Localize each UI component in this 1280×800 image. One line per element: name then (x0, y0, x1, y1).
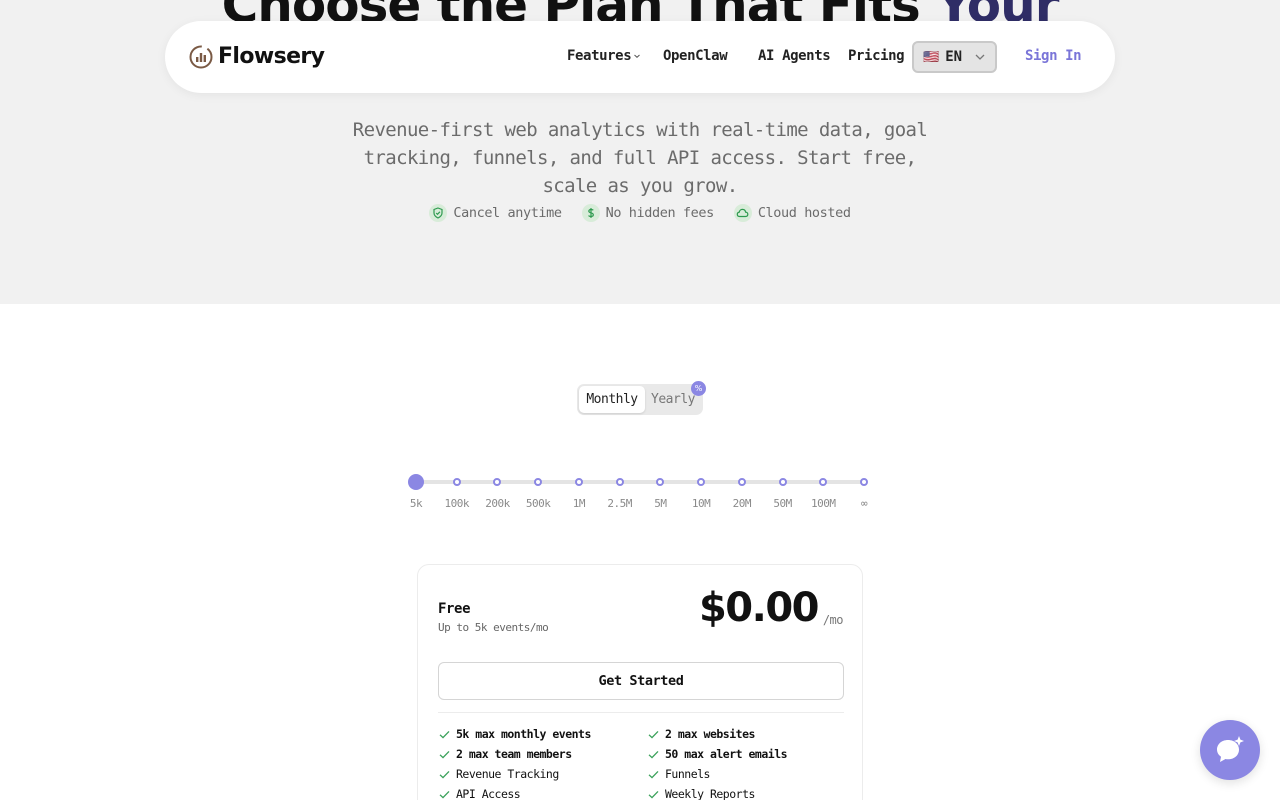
feature-item: 5k max monthly events (438, 725, 647, 743)
feature-item: Funnels (647, 765, 847, 783)
top-nav: Flowsery Features OpenClaw AI Agents Pri… (165, 21, 1115, 93)
feature-label: Funnels (665, 767, 710, 781)
get-started-button[interactable]: Get Started (438, 662, 844, 700)
hero-badges: Cancel anytime No hidden fees Cloud host… (0, 204, 1280, 222)
slider-tick-label: 500k (525, 497, 551, 510)
badge-label: No hidden fees (605, 205, 715, 221)
check-icon (439, 750, 450, 759)
cloud-icon (733, 204, 752, 222)
plan-period: /mo (822, 613, 844, 627)
language-selector[interactable]: 🇺🇸 EN (912, 41, 997, 73)
plan-card: Free Up to 5k events/mo $0.00 /mo Get St… (417, 564, 863, 800)
check-icon (439, 790, 450, 799)
slider-tick[interactable] (656, 478, 665, 486)
feature-label: 5k max monthly events (456, 727, 591, 741)
nav-pricing[interactable]: Pricing (848, 48, 905, 64)
nav-features-label: Features (567, 48, 632, 64)
nav-features[interactable]: Features (567, 48, 641, 64)
chat-sparkle-icon (1217, 736, 1244, 762)
badge-no-hidden-fees: No hidden fees (581, 204, 715, 222)
slider-tick[interactable] (574, 478, 583, 486)
badge-label: Cancel anytime (453, 205, 562, 221)
sign-in-link[interactable]: Sign In (1025, 48, 1082, 64)
check-icon (439, 730, 450, 739)
check-icon (648, 730, 659, 739)
slider-tick[interactable] (819, 478, 828, 486)
slider-tick-label: 100M (811, 497, 836, 510)
feature-item: Revenue Tracking (438, 765, 647, 783)
feature-label: 2 max team members (456, 747, 572, 761)
slider-tick-label: 20M (732, 497, 752, 510)
slider-tick-label: 10M (691, 497, 711, 510)
plan-price: $0.00 (698, 585, 820, 631)
billing-toggle: Monthly Yearly (577, 384, 703, 415)
check-icon (648, 750, 659, 759)
slider-tick[interactable] (737, 478, 746, 486)
feature-label: Weekly Reports (665, 787, 755, 800)
chevron-down-icon (975, 54, 985, 60)
slider-tick[interactable] (534, 478, 543, 486)
discount-badge-icon: % (691, 381, 706, 396)
badge-label: Cloud hosted (757, 205, 851, 221)
plan-name: Free (438, 601, 471, 617)
billing-monthly-option[interactable]: Monthly (579, 386, 645, 413)
slider-tick[interactable] (778, 478, 787, 486)
hero-subtitle: Revenue-first web analytics with real-ti… (352, 119, 928, 197)
feature-label: 2 max websites (665, 727, 755, 741)
divider (438, 712, 844, 713)
chat-widget-button[interactable] (1200, 720, 1260, 780)
slider-tick-label: ∞ (860, 497, 868, 510)
feature-item: 50 max alert emails (647, 745, 847, 763)
slider-tick[interactable] (697, 478, 706, 486)
us-flag-icon: 🇺🇸 (923, 49, 940, 65)
feature-item: API Access (438, 785, 647, 800)
slider-tick-label: 100k (444, 497, 469, 510)
feature-item: 2 max team members (438, 745, 647, 763)
feature-item: 2 max websites (647, 725, 847, 743)
slider-tick[interactable] (615, 478, 624, 486)
dollar-icon (581, 204, 600, 222)
brand-name: Flowsery (218, 44, 325, 69)
check-icon (648, 770, 659, 779)
slider-tick-label: 50M (773, 497, 792, 510)
feature-list: 5k max monthly events 2 max websites 2 max… (438, 725, 858, 800)
brand-logo[interactable]: Flowsery (189, 44, 325, 69)
flowsery-logo-icon (189, 45, 213, 68)
slider-tick-label: 5M (654, 497, 667, 510)
badge-cloud-hosted: Cloud hosted (733, 204, 851, 222)
slider-handle[interactable] (408, 474, 424, 490)
feature-label: API Access (456, 787, 521, 800)
check-icon (439, 770, 450, 779)
chevron-down-icon (634, 54, 641, 58)
slider-tick-label: 1M (572, 497, 586, 510)
nav-openclaw[interactable]: OpenClaw (663, 48, 728, 64)
feature-label: 50 max alert emails (665, 747, 788, 761)
feature-item: Weekly Reports (647, 785, 847, 800)
slider-tick-label: 2.5M (607, 497, 632, 510)
slider-tick[interactable] (493, 478, 502, 486)
language-code: EN (945, 49, 963, 65)
feature-label: Revenue Tracking (456, 767, 559, 781)
slider-tick[interactable] (452, 478, 461, 486)
slider-tick-label: 5k (409, 497, 423, 510)
badge-cancel-anytime: Cancel anytime (429, 204, 562, 222)
slider-track[interactable] (416, 480, 864, 484)
plan-subtitle: Up to 5k events/mo (438, 621, 549, 634)
slider-tick-label: 200k (485, 497, 510, 510)
slider-tick[interactable] (860, 478, 868, 486)
check-icon (648, 790, 659, 799)
shield-check-icon (429, 204, 448, 222)
nav-ai-agents[interactable]: AI Agents (758, 48, 831, 64)
